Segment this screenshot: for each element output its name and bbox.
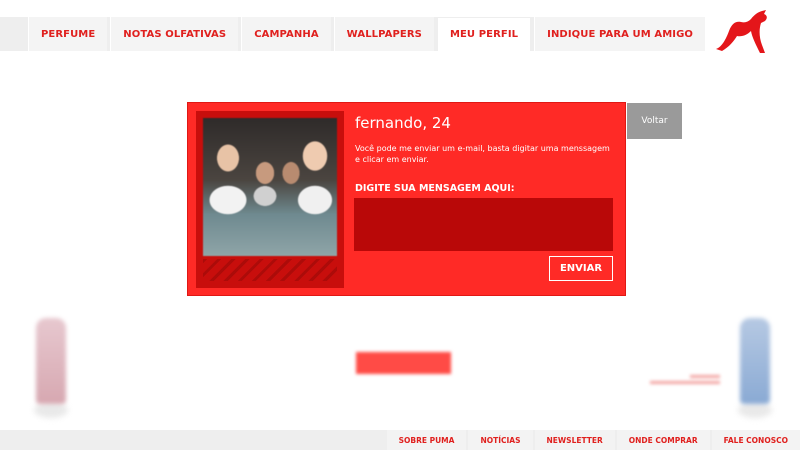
puma-cat-icon[interactable] — [712, 9, 770, 55]
send-button[interactable]: ENVIAR — [549, 256, 613, 281]
tab-wallpapers[interactable]: WALLPAPERS — [333, 17, 434, 51]
tab-meu-perfil[interactable]: MEU PERFIL — [436, 17, 532, 51]
perfume-bottle-left — [36, 318, 66, 404]
message-label: DIGITE SUA MENSAGEM AQUI: — [355, 183, 515, 194]
profile-name: fernando, 24 — [355, 114, 451, 132]
tab-indique-para-um-amigo[interactable]: INDIQUE PARA UM AMIGO — [534, 17, 706, 51]
profile-photo-frame — [196, 111, 344, 288]
background-button — [356, 352, 451, 374]
bottle-reflection-right — [738, 402, 772, 418]
tab-perfume[interactable]: PERFUME — [28, 17, 108, 51]
profile-popup: fernando, 24 Você pode me enviar um e-ma… — [187, 102, 626, 296]
footer-link-sobre-puma[interactable]: SOBRE PUMA — [386, 430, 467, 450]
decorative-pattern — [203, 259, 337, 281]
tab-campanha[interactable]: CAMPANHA — [241, 17, 331, 51]
back-button[interactable]: Voltar — [627, 103, 682, 139]
footer-link-fale-conosco[interactable]: FALE CONOSCO — [711, 430, 800, 450]
main-nav: PERFUME NOTAS OLFATIVAS CAMPANHA WALLPAP… — [28, 17, 706, 51]
footer-link-newsletter[interactable]: NEWSLETTER — [534, 430, 615, 450]
message-input[interactable] — [354, 198, 613, 251]
tab-notas-olfativas[interactable]: NOTAS OLFATIVAS — [110, 17, 239, 51]
bottle-reflection-left — [34, 402, 68, 418]
profile-description: Você pode me enviar um e-mail, basta dig… — [355, 144, 610, 164]
background-text — [645, 372, 720, 392]
footer-link-noticias[interactable]: NOTÍCIAS — [468, 430, 533, 450]
perfume-bottle-right — [740, 318, 770, 404]
profile-photo — [203, 118, 337, 256]
footer-link-onde-comprar[interactable]: ONDE COMPRAR — [616, 430, 710, 450]
footer-links: SOBRE PUMA NOTÍCIAS NEWSLETTER ONDE COMP… — [386, 430, 800, 450]
